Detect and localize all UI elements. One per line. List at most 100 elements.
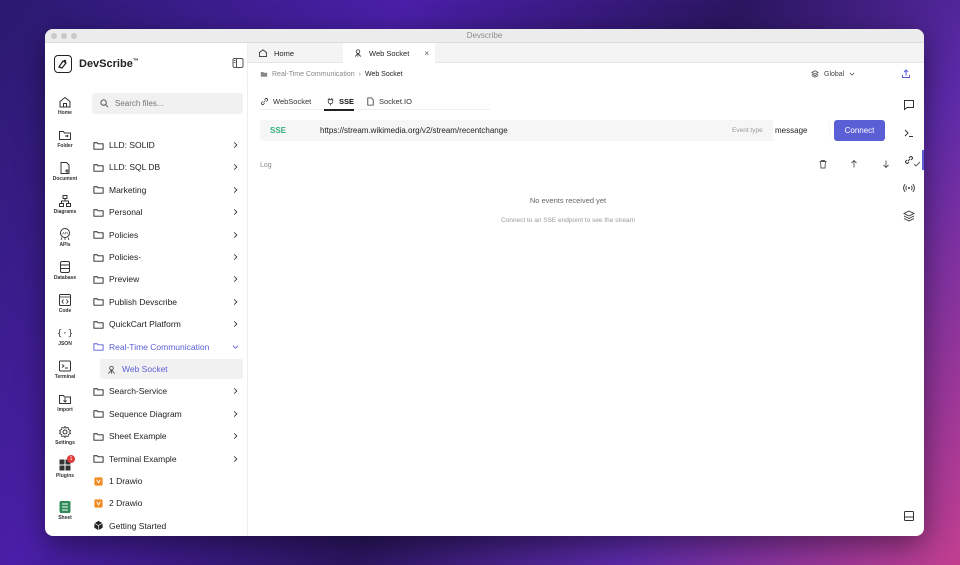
rail-item-database[interactable]: Database <box>45 260 85 281</box>
search-input[interactable] <box>115 99 235 108</box>
layers-icon[interactable] <box>903 210 915 222</box>
tab-sse[interactable]: SSE <box>326 92 354 110</box>
json-icon: {·} <box>58 329 72 339</box>
tree-item[interactable]: Policies <box>93 225 243 245</box>
chevron-right-icon[interactable] <box>232 387 239 395</box>
folder-icon <box>93 276 104 284</box>
tree-item[interactable]: 1 Drawio <box>93 471 243 491</box>
tree-item[interactable]: Personal <box>93 202 243 222</box>
folder-icon <box>93 231 104 239</box>
rail-item-json[interactable]: {·} JSON <box>45 326 85 347</box>
chevron-right-icon[interactable] <box>232 141 239 149</box>
home-icon <box>59 96 71 108</box>
tree-item-label: Search-Service <box>109 386 168 397</box>
export-icon[interactable] <box>901 69 911 79</box>
terminal-icon[interactable] <box>903 127 915 139</box>
chevron-down-icon[interactable] <box>232 343 239 351</box>
link-icon[interactable] <box>903 154 915 166</box>
cube-icon <box>94 521 103 531</box>
breadcrumb-parent[interactable]: Real-Time Communication <box>272 71 355 78</box>
window-title: Devscribe <box>466 31 503 40</box>
terminal-icon <box>59 360 71 372</box>
tree-item-label: Marketing <box>109 184 147 195</box>
tree-item[interactable]: Marketing <box>93 180 243 200</box>
tree-item[interactable]: Terminal Example <box>93 449 243 469</box>
tree-item-label: Real-Time Communication <box>109 341 210 352</box>
folder-icon <box>93 141 104 150</box>
arrow-down-icon[interactable] <box>881 159 891 169</box>
chevron-right-icon[interactable] <box>232 320 239 328</box>
tree-item[interactable]: Web Socket <box>100 359 243 379</box>
tab-bar: Home Web Socket × <box>248 43 924 63</box>
chevron-right-icon[interactable] <box>232 455 239 463</box>
tab-websocket[interactable]: WebSocket <box>260 92 311 110</box>
chevron-right-icon[interactable] <box>232 275 239 283</box>
tree-item[interactable]: Preview <box>93 269 243 289</box>
rail-item-diagrams[interactable]: Diagrams <box>45 194 85 215</box>
arrow-up-icon[interactable] <box>849 159 859 169</box>
empty-state-hint: Connect to an SSE endpoint to see the st… <box>500 217 636 224</box>
tab-web-socket[interactable]: Web Socket × <box>343 43 435 63</box>
trash-icon[interactable] <box>818 159 828 169</box>
chevron-right-icon[interactable] <box>232 163 239 171</box>
folder-icon <box>93 253 104 262</box>
tree-item[interactable]: LLD: SQL DB <box>93 157 243 177</box>
request-bar: SSE https://stream.wikimedia.org/v2/stre… <box>260 120 830 141</box>
chevron-right-icon[interactable] <box>232 410 239 418</box>
rail-item-import[interactable]: Import <box>45 392 85 413</box>
tree-item[interactable]: LLD: SOLID <box>93 135 243 155</box>
tree-item[interactable]: Policies- <box>93 247 243 267</box>
tree-item[interactable]: 2 Drawio <box>93 493 243 513</box>
environment-select[interactable]: Global <box>811 70 855 78</box>
tree-item[interactable]: Publish Devscribe <box>93 292 243 312</box>
rail-item-plugins[interactable]: 1 Plugins <box>45 455 85 479</box>
tree-item[interactable]: QuickCart Platform <box>93 314 243 334</box>
drawio-icon <box>94 499 103 508</box>
tab-socket-io[interactable]: Socket.IO <box>366 92 412 110</box>
tree-item-label: Preview <box>109 274 140 285</box>
tree-item-label: Personal <box>109 207 143 218</box>
rail-item-code[interactable]: Code <box>45 293 85 314</box>
chevron-right-icon[interactable] <box>232 186 239 194</box>
rail-item-folder[interactable]: Folder <box>45 128 85 149</box>
chevron-down-icon <box>849 72 855 76</box>
rail-item-settings[interactable]: Settings <box>45 425 85 446</box>
title-bar: Devscribe <box>45 29 924 43</box>
rail-item-apis[interactable]: API APIs <box>45 227 85 248</box>
tree-item[interactable]: Search-Service <box>93 381 243 401</box>
tree-item[interactable]: Sequence Diagram <box>93 404 243 424</box>
layers-icon <box>811 70 819 78</box>
tree-item-label: 1 Drawio <box>109 476 143 486</box>
panel-bottom-icon[interactable] <box>903 510 915 522</box>
connect-button[interactable]: Connect <box>834 120 885 141</box>
search-box[interactable] <box>92 93 243 114</box>
rail-item-document[interactable]: Document <box>45 161 85 182</box>
rail-item-terminal[interactable]: Terminal <box>45 359 85 380</box>
chevron-right-icon[interactable] <box>232 208 239 216</box>
url-input[interactable]: https://stream.wikimedia.org/v2/stream/r… <box>320 126 508 135</box>
rail-item-home[interactable]: Home <box>45 95 85 116</box>
folder-icon <box>260 72 268 77</box>
close-tab-icon[interactable]: × <box>424 49 429 58</box>
tab-home[interactable]: Home <box>248 43 343 63</box>
tree-item[interactable]: Getting Started <box>93 516 243 536</box>
tree-item[interactable]: Real-Time Communication <box>93 337 243 357</box>
socket-icon <box>107 365 116 374</box>
chevron-right-icon[interactable] <box>232 253 239 261</box>
broadcast-icon[interactable] <box>903 182 915 194</box>
tree-item[interactable]: Sheet Example <box>93 426 243 446</box>
main-panel: Home Web Socket × Real-Time Communicatio… <box>247 43 924 536</box>
log-label: Log <box>260 162 272 169</box>
tree-item-label: LLD: SQL DB <box>109 162 161 173</box>
import-icon <box>59 395 71 404</box>
chevron-right-icon[interactable] <box>232 231 239 239</box>
breadcrumb-current: Web Socket <box>364 70 403 78</box>
event-type-input[interactable]: message <box>773 120 829 141</box>
chevron-right-icon[interactable] <box>232 432 239 440</box>
tree-item-label: Policies- <box>109 252 142 262</box>
toggle-sidebar-icon[interactable] <box>232 57 244 69</box>
rail-item-sheet[interactable]: Sheet <box>45 500 85 521</box>
comment-icon[interactable] <box>903 99 915 111</box>
chevron-right-icon[interactable] <box>232 298 239 306</box>
app-window: Devscribe DevScribe™ Home Folder Documen… <box>45 29 924 536</box>
